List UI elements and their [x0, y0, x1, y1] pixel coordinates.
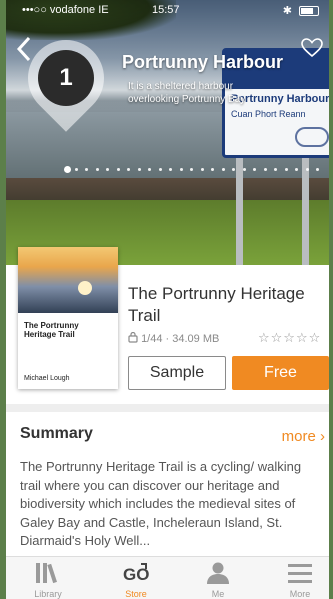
rating-stars: ☆☆☆☆☆: [258, 330, 322, 345]
carousel-dot[interactable]: [74, 168, 78, 171]
carousel-dot[interactable]: [316, 168, 319, 171]
sample-button[interactable]: Sample: [128, 356, 226, 390]
stop-number: 1: [38, 50, 94, 106]
tab-label: Me: [211, 589, 225, 599]
section-divider: [6, 404, 329, 412]
back-chevron-icon-svg: [16, 36, 31, 62]
heart-icon[interactable]: [301, 38, 323, 64]
carousel-dot[interactable]: [263, 168, 267, 171]
carousel-dot-active[interactable]: [64, 166, 71, 173]
trail-meta: 1/44 · 34.09 MB: [128, 331, 220, 345]
carousel-dot[interactable]: [253, 168, 256, 171]
cover-title: The Portrunny Heritage Trail: [24, 321, 79, 339]
tab-label: More: [289, 589, 311, 599]
tab-more[interactable]: More: [268, 557, 329, 599]
carousel-dot[interactable]: [116, 168, 120, 171]
carousel-dot[interactable]: [211, 168, 214, 171]
go-store-icon: GO: [123, 563, 149, 584]
carousel-dot[interactable]: [221, 168, 225, 171]
carousel-dot[interactable]: [242, 168, 246, 171]
carousel-dot[interactable]: [85, 168, 88, 171]
clock: 15:57: [152, 4, 180, 16]
sign-subtitle: Cuan Phort Reann: [231, 109, 306, 119]
summary-heading: Summary: [20, 425, 93, 442]
carousel-dot[interactable]: [106, 168, 109, 171]
carousel-dot[interactable]: [190, 168, 193, 171]
person-icon: [207, 562, 229, 584]
carousel-dots[interactable]: [64, 166, 324, 174]
tab-bar: Library GO Store Me More: [6, 556, 329, 599]
cover-author: Michael Lough: [24, 375, 70, 382]
carousel-dot[interactable]: [137, 168, 141, 171]
stops-icon: [128, 331, 138, 343]
carousel-dot[interactable]: [169, 168, 172, 171]
bluetooth-icon: ✱: [282, 5, 292, 17]
carrier: •••○○ vodafone IE: [22, 4, 109, 16]
stop-subtitle: It is a sheltered harbour overlooking Po…: [128, 81, 246, 105]
carousel-dot[interactable]: [284, 168, 288, 171]
stop-title: Portrunny Harbour: [122, 52, 284, 72]
library-icon: [36, 563, 57, 584]
tab-label: Store: [125, 589, 147, 599]
carousel-dot[interactable]: [274, 168, 277, 171]
carousel-dot[interactable]: [95, 168, 99, 171]
menu-icon: [288, 564, 312, 583]
app-frame: Portrunny Harbour Cuan Phort Reann •••○○…: [6, 0, 329, 599]
trail-meta-text: 1/44 · 34.09 MB: [141, 333, 220, 345]
more-link[interactable]: more ›: [282, 428, 325, 445]
cover-photo: [18, 247, 118, 313]
sign-logo: [295, 127, 329, 147]
tab-me[interactable]: Me: [186, 557, 250, 599]
battery-icon: [299, 6, 319, 17]
trail-cover[interactable]: The Portrunny Heritage Trail Michael Lou…: [18, 247, 118, 389]
tab-library[interactable]: Library: [16, 557, 80, 599]
carousel-dot[interactable]: [179, 168, 183, 171]
carousel-dot[interactable]: [295, 168, 298, 171]
carousel-dot[interactable]: [127, 168, 130, 171]
trail-title: The Portrunny Heritage Trail: [128, 284, 305, 325]
carousel-dot[interactable]: [232, 168, 235, 171]
carousel-dot[interactable]: [305, 168, 309, 171]
heart-icon-svg: [301, 38, 323, 58]
tab-store[interactable]: GO Store: [104, 557, 168, 599]
summary-text: The Portrunny Heritage Trail is a cyclin…: [20, 459, 302, 548]
carousel-dot[interactable]: [200, 168, 204, 171]
carousel-dot[interactable]: [148, 168, 151, 171]
status-icons: ✱: [283, 4, 319, 17]
free-button[interactable]: Free: [232, 356, 329, 390]
status-bar: •••○○ vodafone IE 15:57 ✱: [6, 0, 329, 20]
cover-sun: [78, 281, 92, 295]
tab-label: Library: [34, 589, 62, 599]
hero-image: Portrunny Harbour Cuan Phort Reann •••○○…: [6, 0, 329, 265]
carousel-dot[interactable]: [158, 168, 162, 171]
